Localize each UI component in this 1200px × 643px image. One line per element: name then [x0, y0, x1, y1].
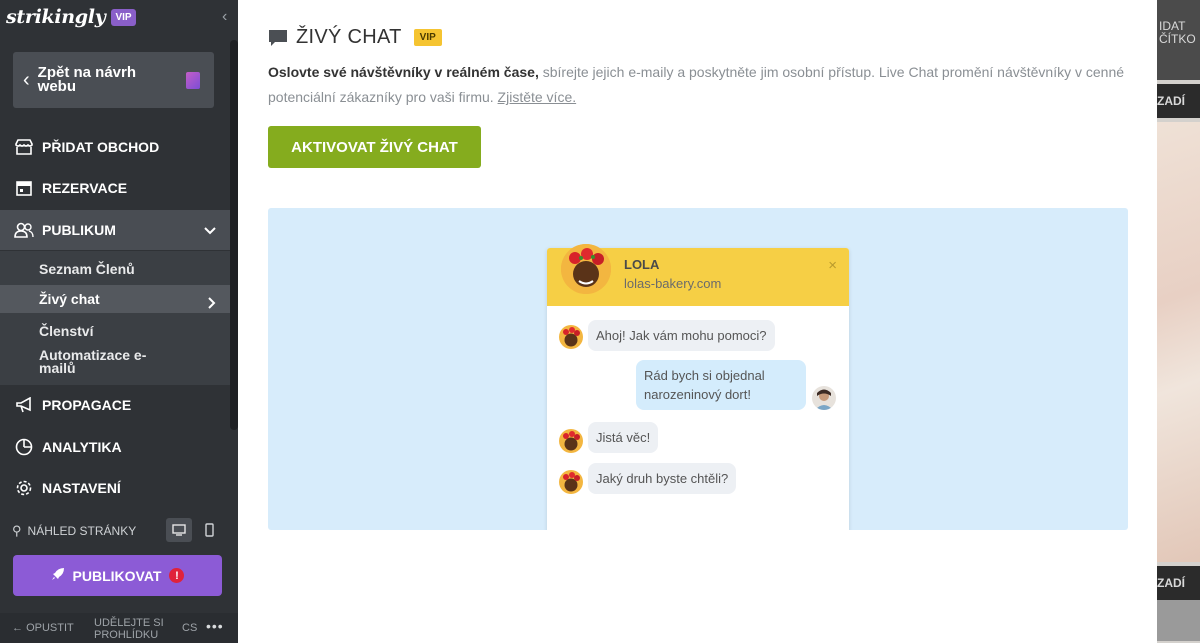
vip-badge: VIP [413, 29, 442, 46]
publish-button[interactable]: PUBLIKOVAT ! [13, 555, 222, 596]
nav-label: ANALYTIKA [42, 439, 122, 455]
backdrop-top-button: IDAT ČÍTKO [1157, 0, 1200, 80]
activate-live-chat-button[interactable]: AKTIVOVAT ŽIVÝ CHAT [268, 126, 481, 168]
description-lead: Oslovte své návštěvníky v reálném čase, [268, 64, 539, 80]
chat-header: LOLA lolas-bakery.com × [547, 244, 849, 306]
chat-bubble-icon [269, 29, 287, 46]
nav-label: REZERVACE [42, 180, 128, 196]
sub-item-membership[interactable]: Členství [0, 321, 230, 341]
nav-item-audience[interactable]: PUBLIKUM [0, 210, 230, 250]
nav-item-store[interactable]: PŘIDAT OBCHOD [0, 127, 230, 167]
logo[interactable]: strikingly [6, 6, 106, 28]
sub-item-member-list[interactable]: Seznam Členů [0, 259, 230, 281]
logo-row: strikingly VIP [6, 4, 136, 30]
search-icon: ⚲ [12, 523, 22, 538]
exit-label: OPUSTIT [26, 622, 74, 634]
more-options-icon[interactable]: ••• [206, 618, 224, 634]
desktop-icon [172, 524, 186, 536]
megaphone-icon [14, 396, 34, 414]
backdrop-bar: ZADÍ [1157, 566, 1200, 600]
nav-item-settings[interactable]: NASTAVENÍ [0, 468, 230, 508]
agent-avatar-small [559, 325, 583, 349]
page-title: ŽIVÝ CHAT [296, 26, 402, 48]
agent-avatar-small [559, 429, 583, 453]
calendar-icon [14, 179, 34, 197]
chat-message: Ahoj! Jak vám mohu pomoci? [588, 320, 775, 351]
agent-name: LOLA [624, 257, 660, 272]
chevron-left-icon: ‹ [23, 68, 30, 91]
nav-label: NASTAVENÍ [42, 480, 121, 496]
nav-item-reservations[interactable]: REZERVACE [0, 168, 230, 208]
nav-label: PŘIDAT OBCHOD [42, 139, 160, 155]
chevron-down-icon [204, 223, 216, 238]
agent-avatar [561, 244, 611, 294]
collapse-sidebar-icon[interactable]: ‹ [222, 8, 227, 26]
chat-preview-area: LOLA lolas-bakery.com × Ahoj! Jak vám mo… [268, 208, 1128, 530]
mobile-preview-button[interactable] [196, 518, 222, 542]
publish-label: PUBLIKOVAT [72, 567, 162, 584]
chat-widget-preview: LOLA lolas-bakery.com × Ahoj! Jak vám mo… [547, 244, 849, 530]
nav-label: PROPAGACE [42, 397, 132, 413]
mobile-icon [204, 523, 214, 537]
nav-label: PUBLIKUM [42, 222, 116, 238]
sidebar-scrollbar[interactable] [230, 40, 238, 430]
pie-chart-icon [14, 438, 34, 456]
agent-site: lolas-bakery.com [624, 276, 722, 291]
nav-item-analytics[interactable]: ANALYTIKA [0, 427, 230, 467]
chat-message: Rád bych si objednal narozeninový dort! [636, 360, 806, 410]
sub-item-live-chat[interactable]: Živý chat [0, 285, 230, 313]
live-chat-panel: ŽIVÝ CHAT VIP Oslovte své návštěvníky v … [238, 0, 1157, 643]
exit-button[interactable]: ← OPUSTIT [12, 622, 74, 634]
nav-item-promotion[interactable]: PROPAGACE [0, 385, 230, 425]
back-to-editor-label: Zpět na návrh webu [37, 64, 137, 95]
take-tour-link[interactable]: UDĚLEJTE SI PROHLÍDKU [94, 617, 172, 641]
alert-badge: ! [169, 568, 185, 583]
site-backdrop: IDAT ČÍTKO ZADÍ ZADÍ [1157, 0, 1200, 643]
gear-icon [14, 479, 34, 497]
chat-message: Jistá věc! [588, 422, 659, 453]
sidebar: strikingly VIP ‹ ‹ Zpět na návrh webu PŘ… [0, 0, 238, 643]
title-row: ŽIVÝ CHAT VIP [268, 26, 442, 49]
sub-item-label: Živý chat [39, 291, 100, 307]
agent-avatar-small [559, 470, 583, 494]
sub-item-email-automation[interactable]: Automatizace e-mailů [0, 348, 230, 379]
back-to-editor-button[interactable]: ‹ Zpět na návrh webu [13, 52, 214, 108]
backdrop-bar: ZADÍ [1157, 84, 1200, 118]
audience-icon [14, 221, 34, 239]
store-icon [14, 138, 34, 156]
page-icon [186, 72, 200, 89]
chat-message: Jaký druh byste chtěli? [588, 463, 737, 494]
preview-label: NÁHLED STRÁNKY [27, 524, 137, 538]
site-preview-row: ⚲ NÁHLED STRÁNKY [12, 518, 218, 544]
chevron-right-icon [208, 290, 216, 318]
desktop-preview-button[interactable] [166, 518, 192, 542]
rocket-icon [51, 567, 65, 584]
learn-more-link[interactable]: Zjistěte více. [498, 89, 577, 105]
language-selector[interactable]: CS [182, 622, 197, 634]
visitor-avatar-small [812, 386, 836, 410]
backdrop-bottom [1157, 600, 1200, 641]
description: Oslovte své návštěvníky v reálném čase, … [268, 60, 1138, 110]
audience-submenu: Seznam Členů Živý chat Členství Automati… [0, 251, 230, 385]
close-icon[interactable]: × [828, 257, 837, 274]
vip-badge: VIP [111, 8, 136, 26]
sidebar-footer: ← OPUSTIT UDĚLEJTE SI PROHLÍDKU CS ••• [0, 613, 238, 643]
backdrop-image [1157, 122, 1200, 562]
